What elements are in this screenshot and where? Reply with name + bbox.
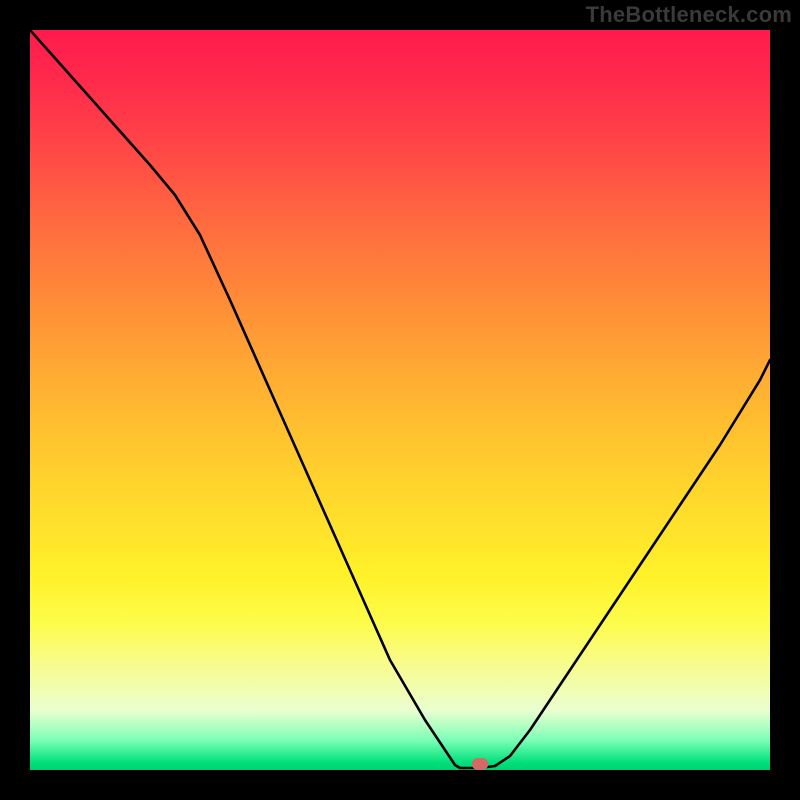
bottleneck-curve xyxy=(30,30,770,770)
watermark-text: TheBottleneck.com xyxy=(586,2,792,28)
curve-path xyxy=(30,30,770,768)
chart-frame: TheBottleneck.com xyxy=(0,0,800,800)
plot-area xyxy=(30,30,770,770)
optimal-point-marker xyxy=(472,758,488,770)
